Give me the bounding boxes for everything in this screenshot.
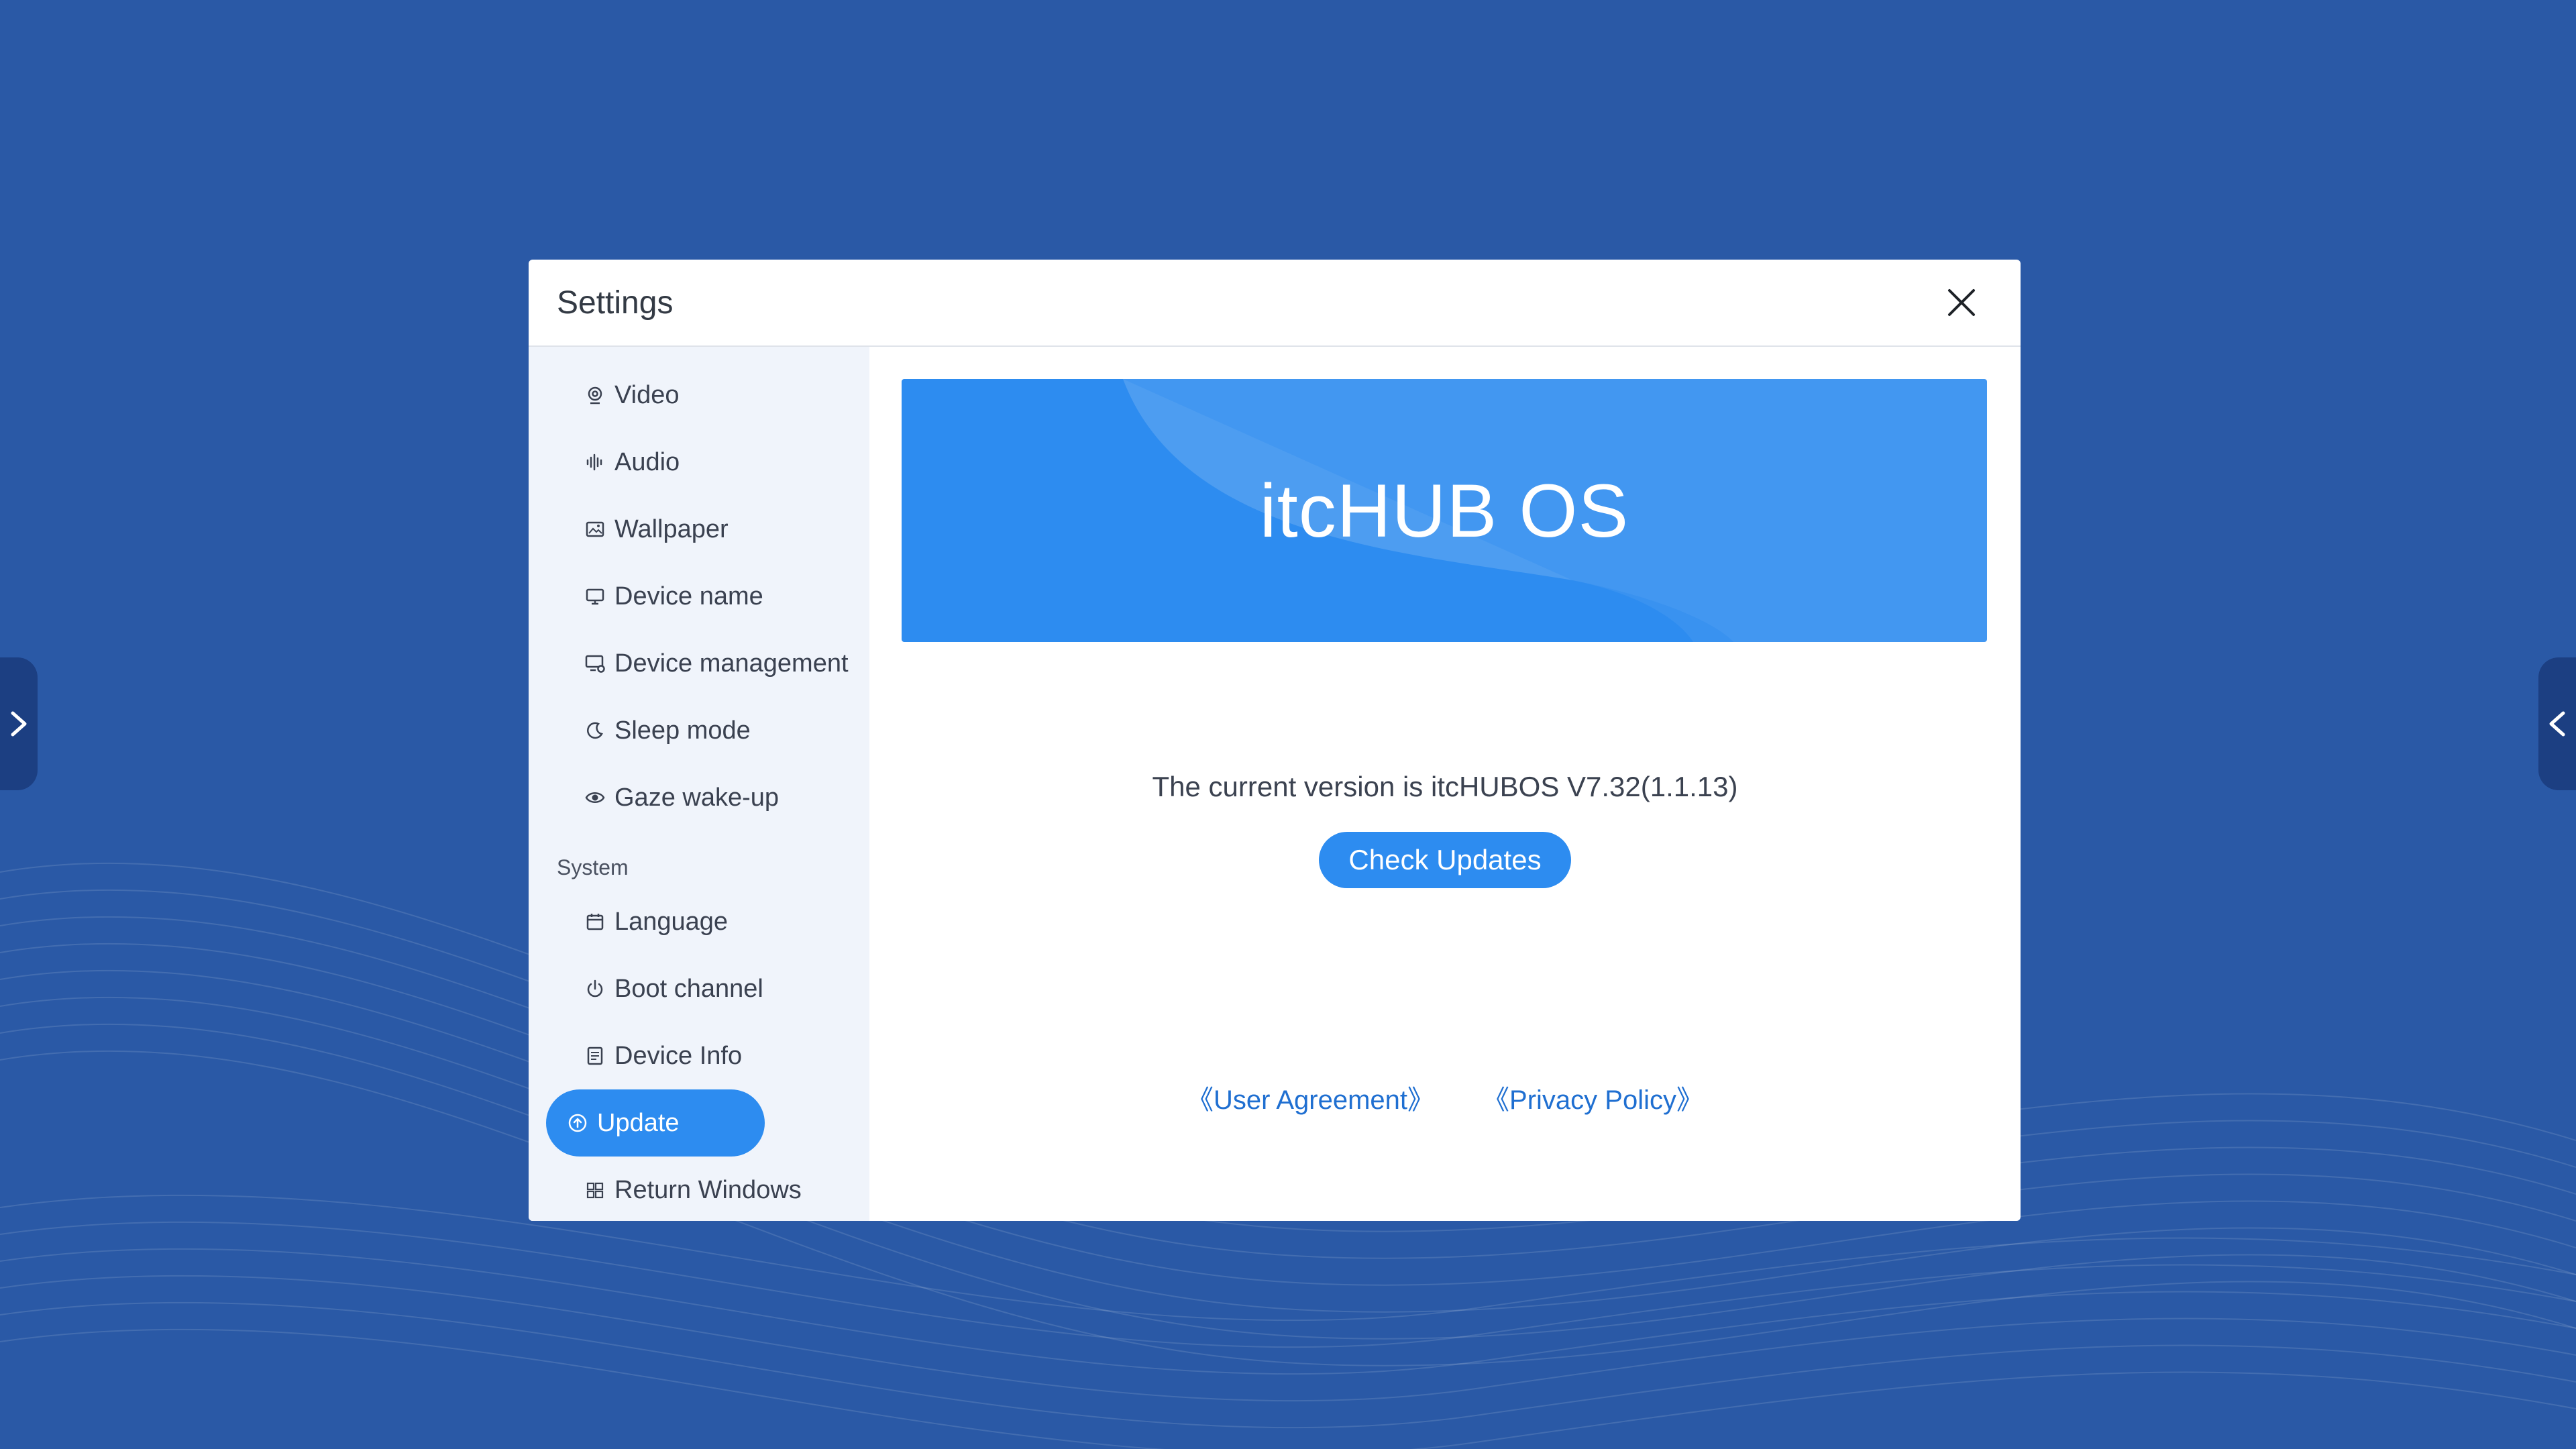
sidebar-item-update[interactable]: Update <box>546 1089 765 1157</box>
settings-dialog: Settings Video Audio Wallpaper Device na… <box>529 260 2021 1221</box>
image-icon <box>585 519 605 539</box>
sidebar-item-language[interactable]: Language <box>546 888 852 955</box>
sidebar-item-gaze-wake-up[interactable]: Gaze wake-up <box>546 764 852 831</box>
sidebar-item-label: Update <box>597 1108 680 1137</box>
sidebar-item-label: Gaze wake-up <box>614 783 780 812</box>
sidebar-item-wallpaper[interactable]: Wallpaper <box>546 496 852 563</box>
sidebar-item-label: Return Windows <box>614 1175 802 1204</box>
update-panel: itcHUB OS The current version is itcHUBO… <box>869 347 2021 1221</box>
sidebar-item-return-windows[interactable]: Return Windows <box>546 1157 852 1221</box>
sidebar-item-label: Device Info <box>614 1041 743 1070</box>
banner-title: itcHUB OS <box>1259 468 1629 553</box>
settings-sidebar: Video Audio Wallpaper Device name Device… <box>529 347 869 1221</box>
right-panel-toggle[interactable] <box>2538 657 2576 790</box>
sidebar-item-label: Wallpaper <box>614 515 729 543</box>
sidebar-item-label: Video <box>614 380 680 409</box>
document-icon <box>585 1046 605 1066</box>
user-agreement-link[interactable]: 《User Agreement》 <box>1187 1078 1434 1117</box>
calendar-icon <box>585 912 605 932</box>
device-gear-icon <box>585 653 605 674</box>
close-icon <box>1948 289 1975 316</box>
sidebar-item-label: Device name <box>614 582 763 610</box>
sidebar-item-sleep-mode[interactable]: Sleep mode <box>546 697 852 764</box>
chevron-left-icon <box>2549 711 2565 737</box>
sidebar-item-label: Audio <box>614 447 680 476</box>
sidebar-item-video[interactable]: Video <box>546 362 852 429</box>
check-updates-button[interactable]: Check Updates <box>1319 832 1571 888</box>
power-icon <box>585 979 605 999</box>
sidebar-item-device-name[interactable]: Device name <box>546 563 852 630</box>
webcam-icon <box>585 385 605 405</box>
close-button[interactable] <box>1940 281 1983 324</box>
os-banner: itcHUB OS <box>902 379 1987 642</box>
sidebar-item-device-management[interactable]: Device management <box>546 630 852 697</box>
eye-icon <box>585 788 605 808</box>
sidebar-item-label: Sleep mode <box>614 716 751 745</box>
sidebar-item-device-info[interactable]: Device Info <box>546 1022 852 1089</box>
current-version-text: The current version is itcHUBOS V7.32(1.… <box>1152 771 1738 802</box>
sidebar-item-label: Language <box>614 907 729 936</box>
moon-icon <box>585 720 605 741</box>
dialog-title: Settings <box>557 284 674 321</box>
sidebar-item-audio[interactable]: Audio <box>546 429 852 496</box>
legal-links: 《User Agreement》 《Privacy Policy》 <box>869 1078 2021 1117</box>
sidebar-item-label: Device management <box>614 649 849 678</box>
dialog-header: Settings <box>529 260 2021 347</box>
privacy-policy-link[interactable]: 《Privacy Policy》 <box>1483 1078 1703 1117</box>
windows-icon <box>585 1180 605 1200</box>
chevron-right-icon <box>11 711 27 737</box>
audio-wave-icon <box>585 452 605 472</box>
left-panel-toggle[interactable] <box>0 657 38 790</box>
monitor-icon <box>585 586 605 606</box>
sidebar-section-system: System <box>557 855 629 879</box>
sidebar-item-label: Boot channel <box>614 974 763 1003</box>
upload-circle-icon <box>568 1113 588 1133</box>
sidebar-item-boot-channel[interactable]: Boot channel <box>546 955 852 1022</box>
